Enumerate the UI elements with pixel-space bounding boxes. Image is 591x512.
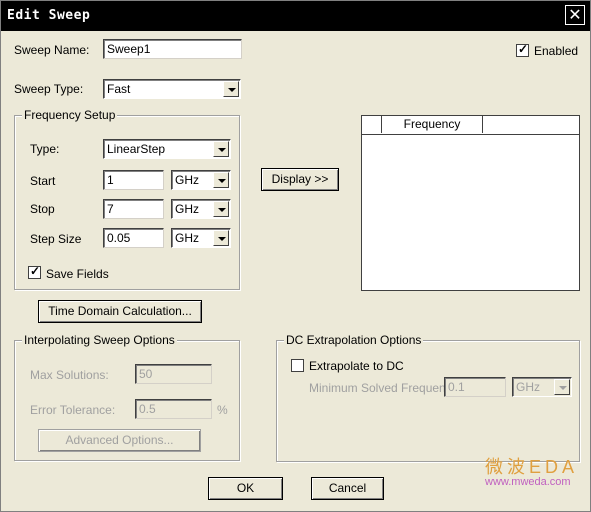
frequency-list[interactable]: Frequency (361, 115, 580, 291)
save-fields-label: Save Fields (46, 267, 109, 281)
chevron-down-icon[interactable] (213, 201, 229, 217)
min-solved-frequency-input[interactable]: 0.1 (444, 377, 506, 397)
start-label: Start (30, 174, 56, 188)
extrapolate-to-dc-checkbox[interactable] (291, 359, 304, 372)
watermark-url: www.mweda.com (485, 476, 571, 488)
step-unit-select[interactable]: GHz (171, 228, 231, 248)
min-freq-unit-value: GHz (516, 380, 540, 394)
stop-input[interactable]: 7 (103, 199, 164, 219)
step-size-input[interactable]: 0.05 (103, 228, 164, 248)
extrapolate-to-dc-label: Extrapolate to DC (309, 359, 404, 373)
frequency-column-header[interactable]: Frequency (382, 116, 483, 133)
step-size-label: Step Size (30, 232, 82, 246)
stop-label: Stop (30, 202, 55, 216)
check-icon: ✓ (518, 42, 529, 56)
enabled-label: Enabled (534, 44, 579, 58)
sweep-type-value: Fast (107, 82, 131, 96)
error-tolerance-input[interactable]: 0.5 (135, 399, 212, 419)
freq-type-value: LinearStep (107, 142, 166, 156)
close-icon[interactable]: ✕ (565, 5, 585, 25)
chevron-down-icon[interactable] (213, 141, 229, 157)
sweep-name-input[interactable]: Sweep1 (103, 39, 242, 59)
min-solved-frequency-label: Minimum Solved Frequency (309, 381, 458, 395)
sweep-name-label: Sweep Name: (14, 43, 90, 57)
row-index-header (362, 116, 382, 133)
edit-sweep-dialog: Edit Sweep ✕ Sweep Name: Sweep1 ✓ Enable… (0, 0, 591, 512)
error-tolerance-label: Error Tolerance: (30, 403, 116, 417)
start-unit-select[interactable]: GHz (171, 170, 231, 190)
min-freq-unit-select[interactable]: GHz (512, 377, 572, 397)
save-fields-checkbox[interactable]: ✓ (28, 264, 41, 279)
chevron-down-icon[interactable] (213, 230, 229, 246)
stop-unit-select[interactable]: GHz (171, 199, 231, 219)
freq-type-select[interactable]: LinearStep (103, 139, 231, 159)
freq-type-label: Type: (30, 142, 60, 156)
dc-extrapolation-title: DC Extrapolation Options (284, 333, 424, 347)
error-tolerance-unit: % (217, 403, 228, 417)
chevron-down-icon[interactable] (213, 172, 229, 188)
ok-button[interactable]: OK (208, 477, 283, 500)
title-bar[interactable]: Edit Sweep ✕ (1, 1, 590, 31)
step-unit-value: GHz (175, 231, 199, 245)
interpolating-options-title: Interpolating Sweep Options (22, 333, 177, 347)
start-input[interactable]: 1 (103, 170, 164, 190)
max-solutions-label: Max Solutions: (30, 368, 109, 382)
advanced-options-button[interactable]: Advanced Options... (38, 429, 201, 452)
list-header: Frequency (362, 116, 579, 135)
max-solutions-input[interactable]: 50 (135, 364, 212, 384)
time-domain-calculation-button[interactable]: Time Domain Calculation... (38, 300, 202, 323)
display-button[interactable]: Display >> (261, 168, 339, 191)
start-unit-value: GHz (175, 173, 199, 187)
cancel-button[interactable]: Cancel (311, 477, 384, 500)
frequency-setup-title: Frequency Setup (22, 108, 118, 122)
chevron-down-icon[interactable] (554, 379, 570, 395)
chevron-down-icon[interactable] (223, 81, 239, 97)
check-icon: ✓ (30, 264, 41, 278)
enabled-checkbox[interactable]: ✓ (516, 42, 529, 57)
window-title: Edit Sweep (7, 8, 91, 23)
sweep-type-label: Sweep Type: (14, 82, 84, 96)
stop-unit-value: GHz (175, 202, 199, 216)
sweep-type-select[interactable]: Fast (103, 79, 241, 99)
